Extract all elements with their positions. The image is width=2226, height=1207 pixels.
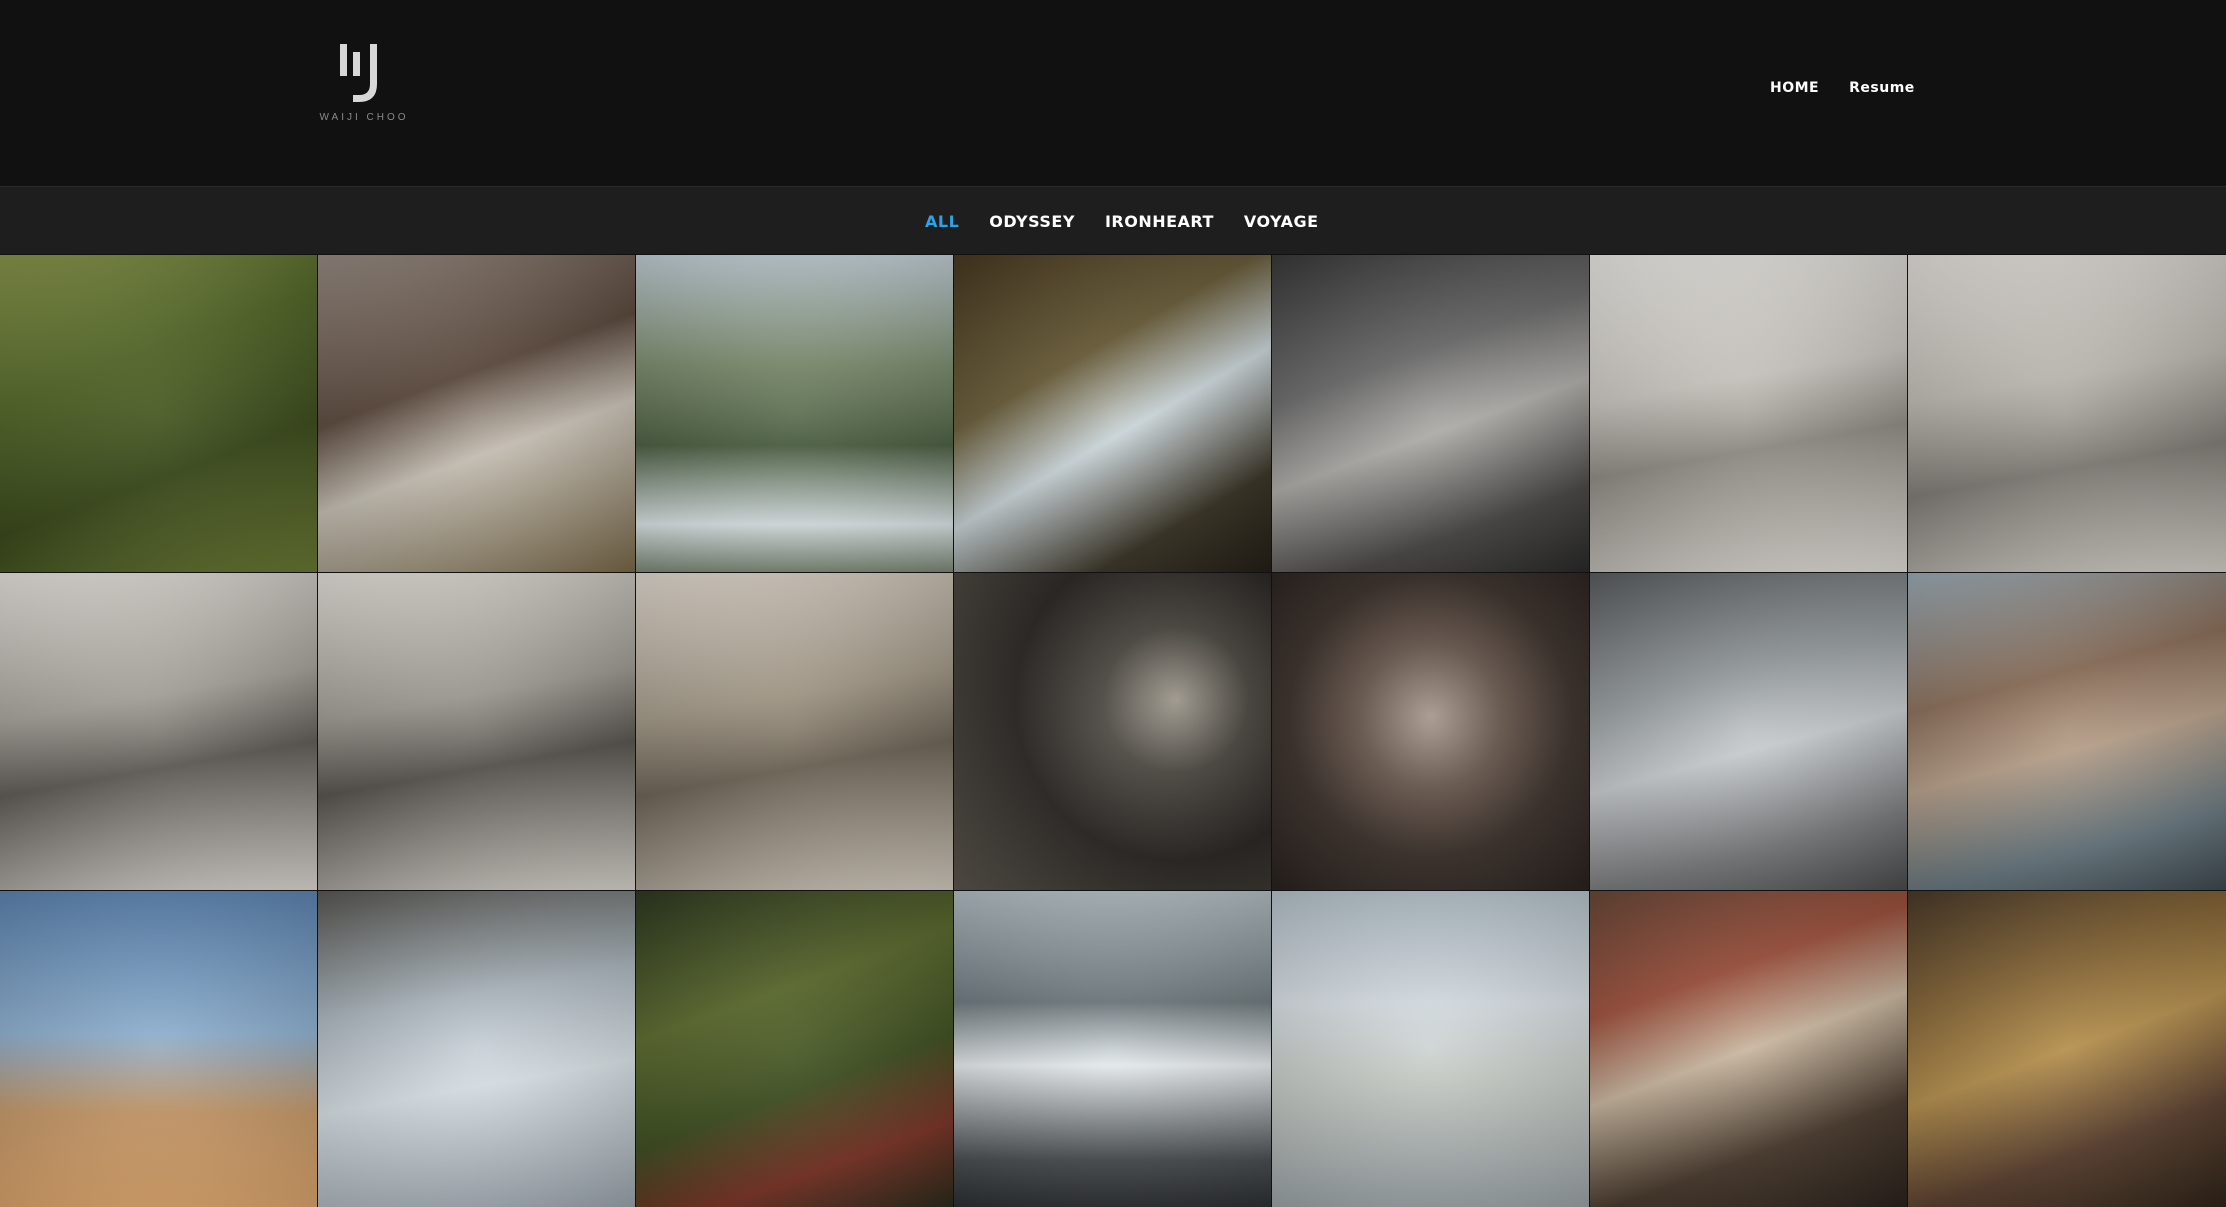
gallery-item[interactable]	[318, 573, 635, 890]
gallery-item[interactable]	[1908, 891, 2226, 1207]
gallery-item[interactable]	[954, 573, 1271, 890]
gallery-thumbnail	[954, 891, 1271, 1207]
category-filters: ALL ODYSSEY IRONHEART VOYAGE	[925, 212, 1319, 231]
gallery-item[interactable]	[636, 573, 953, 890]
gallery-thumbnail	[1590, 891, 1907, 1207]
gallery-item[interactable]	[318, 891, 635, 1207]
gallery-item[interactable]	[1590, 891, 1907, 1207]
gallery-item[interactable]	[636, 255, 953, 572]
filter-all[interactable]: ALL	[925, 212, 959, 231]
nav-resume-link[interactable]: Resume	[1849, 80, 1915, 96]
gallery-item[interactable]	[954, 891, 1271, 1207]
gallery-item[interactable]	[1272, 255, 1589, 572]
gallery-thumbnail	[1908, 891, 2226, 1207]
gallery-item[interactable]	[1272, 891, 1589, 1207]
gallery-thumbnail	[1908, 573, 2226, 890]
gallery-thumbnail	[1272, 255, 1589, 572]
gallery-thumbnail	[954, 573, 1271, 890]
gallery-grid	[0, 255, 2226, 1207]
filter-bar: ALL ODYSSEY IRONHEART VOYAGE	[0, 186, 2226, 254]
gallery-thumbnail	[1272, 573, 1589, 890]
logo-mark-icon	[340, 44, 377, 102]
gallery-item[interactable]	[0, 891, 317, 1207]
gallery-thumbnail	[0, 573, 317, 890]
gallery-item[interactable]	[636, 891, 953, 1207]
gallery-item[interactable]	[1590, 255, 1907, 572]
gallery-item[interactable]	[318, 255, 635, 572]
site-header: WAIJI CHOO HOME Resume	[0, 0, 2226, 186]
gallery-thumbnail	[318, 891, 635, 1207]
gallery-thumbnail	[954, 255, 1271, 572]
top-nav: HOME Resume	[1770, 80, 1915, 96]
gallery-item[interactable]	[1908, 573, 2226, 890]
filter-odyssey[interactable]: ODYSSEY	[989, 212, 1075, 231]
logo-text: WAIJI CHOO	[319, 112, 409, 123]
gallery-thumbnail	[1590, 255, 1907, 572]
gallery-item[interactable]	[0, 255, 317, 572]
gallery-thumbnail	[318, 255, 635, 572]
gallery-item[interactable]	[0, 573, 317, 890]
gallery-thumbnail	[636, 891, 953, 1207]
gallery-item[interactable]	[1272, 573, 1589, 890]
filter-ironheart[interactable]: IRONHEART	[1105, 212, 1214, 231]
gallery-thumbnail	[636, 255, 953, 572]
logo[interactable]: WAIJI CHOO	[312, 40, 416, 126]
gallery-thumbnail	[636, 573, 953, 890]
gallery-item[interactable]	[1908, 255, 2226, 572]
gallery-thumbnail	[318, 573, 635, 890]
gallery-thumbnail	[1272, 891, 1589, 1207]
gallery-thumbnail	[1590, 573, 1907, 890]
gallery-item[interactable]	[954, 255, 1271, 572]
nav-home-link[interactable]: HOME	[1770, 80, 1819, 96]
gallery-thumbnail	[0, 255, 317, 572]
filter-voyage[interactable]: VOYAGE	[1244, 212, 1319, 231]
gallery-thumbnail	[1908, 255, 2226, 572]
gallery-thumbnail	[0, 891, 317, 1207]
gallery-item[interactable]	[1590, 573, 1907, 890]
